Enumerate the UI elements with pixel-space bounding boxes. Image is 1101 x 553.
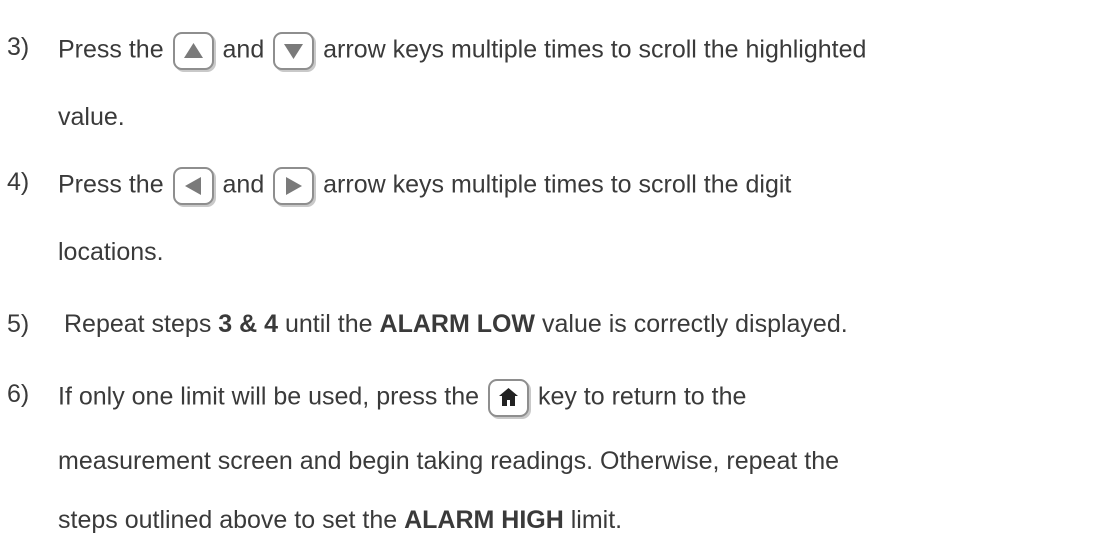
alarm-high-label: ALARM HIGH bbox=[404, 506, 564, 534]
step-number: 3) bbox=[7, 33, 30, 61]
step-text: arrow keys multiple times to scroll the … bbox=[323, 170, 792, 199]
step-text: Press the bbox=[58, 170, 164, 199]
step-number: 4) bbox=[7, 168, 30, 196]
step-6-line-3: steps outlined above to set the ALARM HI… bbox=[58, 505, 622, 535]
step-text: steps outlined above to set the bbox=[58, 506, 398, 534]
step-text: If only one limit will be used, press th… bbox=[58, 382, 480, 411]
step-number: 5) bbox=[7, 310, 30, 338]
down-arrow-key-icon bbox=[273, 32, 315, 70]
step-4-line-2: locations. bbox=[58, 238, 164, 266]
step-text: value is correctly displayed. bbox=[542, 310, 848, 338]
step-text: arrow keys multiple times to scroll the … bbox=[323, 35, 867, 64]
step-text: key to return to the bbox=[537, 382, 747, 411]
step-6-line-2: measurement screen and begin taking read… bbox=[58, 447, 840, 475]
step-text: Repeat steps bbox=[64, 310, 212, 338]
step-3-line-2: value. bbox=[58, 103, 125, 131]
step-6-line-1: If only one limit will be used, press th… bbox=[58, 379, 746, 417]
step-text: Press the bbox=[58, 35, 164, 64]
step-5-line-1: Repeat steps 3 & 4 until the ALARM LOW v… bbox=[64, 309, 848, 339]
step-4-line-1: Press the and arrow keys multiple times … bbox=[58, 167, 791, 205]
step-text: limit. bbox=[570, 506, 623, 534]
step-number: 6) bbox=[7, 380, 30, 408]
step-text: and bbox=[222, 35, 265, 64]
step-3-line-1: Press the and arrow keys multiple times … bbox=[58, 32, 866, 70]
step-text: and bbox=[222, 170, 265, 199]
step-ref: 3 & 4 bbox=[218, 310, 279, 338]
home-key-icon bbox=[488, 379, 529, 417]
alarm-low-label: ALARM LOW bbox=[379, 310, 536, 338]
left-arrow-key-icon bbox=[172, 167, 214, 205]
right-arrow-key-icon bbox=[273, 167, 315, 205]
step-text: until the bbox=[285, 310, 373, 338]
up-arrow-key-icon bbox=[172, 32, 214, 70]
